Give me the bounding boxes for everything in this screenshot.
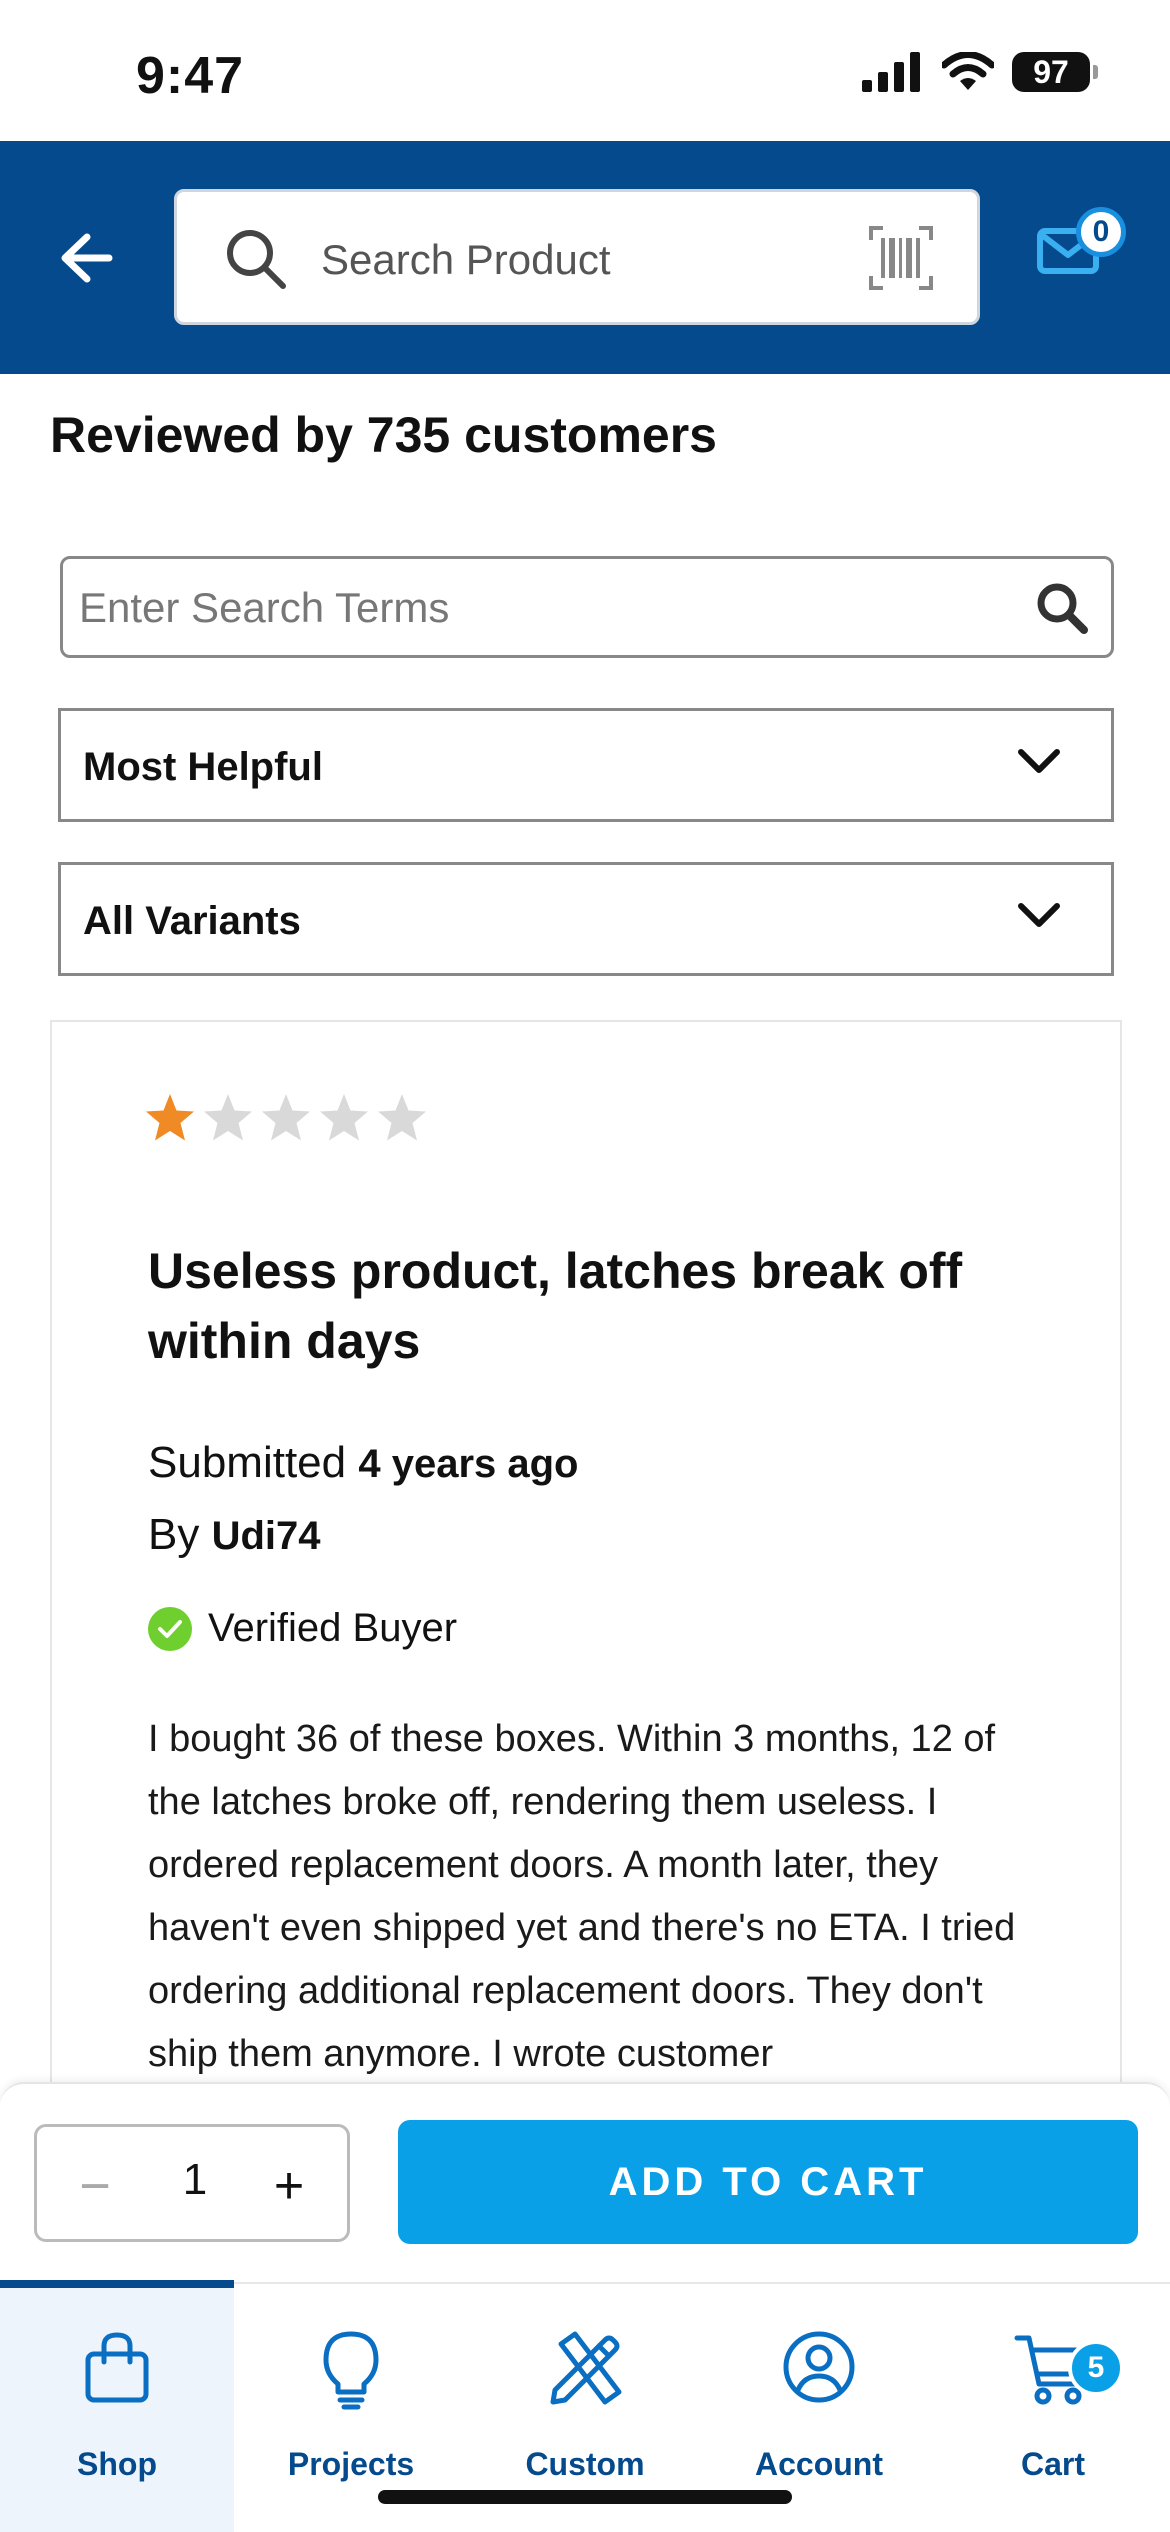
submitted-prefix: Submitted (148, 1438, 347, 1487)
tab-label: Cart (1020, 2446, 1085, 2482)
tab-cart[interactable]: 5 Cart (936, 2284, 1170, 2532)
home-indicator[interactable] (378, 2490, 792, 2504)
cart-count-badge: 5 (1068, 2340, 1124, 2396)
star-empty-icon (378, 1094, 426, 1141)
tab-label: Projects (287, 2446, 415, 2482)
star-filled-icon (146, 1094, 194, 1141)
back-button[interactable] (52, 223, 122, 293)
signal-icon (862, 52, 920, 92)
review-search-box[interactable] (60, 556, 1114, 658)
shopping-bag-icon (85, 2332, 149, 2403)
pencil-ruler-icon (550, 2331, 622, 2405)
chevron-down-icon (1018, 903, 1060, 927)
status-icons: 97 (862, 52, 1098, 92)
tab-label: Account (755, 2446, 883, 2482)
quantity-stepper: − 1 + (34, 2124, 350, 2242)
back-arrow-icon (61, 233, 113, 283)
verified-label: Verified Buyer (208, 1606, 458, 1650)
magnify-icon[interactable] (1035, 581, 1089, 635)
sort-dropdown[interactable]: Most Helpful (58, 708, 1114, 822)
add-to-cart-button[interactable]: ADD TO CART (398, 2120, 1138, 2244)
review-author-line: By Udi74 (148, 1510, 321, 1560)
submitted-date: 4 years ago (358, 1442, 579, 1486)
star-empty-icon (204, 1094, 252, 1141)
author-prefix: By (148, 1510, 200, 1559)
battery-level: 97 (1033, 53, 1069, 90)
barcode-icon[interactable] (869, 226, 933, 290)
verified-buyer-badge: Verified Buyer (148, 1606, 457, 1651)
review-body: I bought 36 of these boxes. Within 3 mon… (148, 1718, 1016, 2075)
review-search-input[interactable] (79, 573, 979, 643)
increase-quantity-button[interactable]: + (259, 2151, 319, 2221)
lightbulb-icon (323, 2331, 379, 2410)
variant-dropdown-value: All Variants (83, 899, 301, 943)
battery-icon: 97 (1012, 52, 1098, 92)
review-author: Udi74 (211, 1514, 321, 1558)
product-search-input[interactable] (321, 222, 821, 298)
review-card: Useless product, latches break off withi… (50, 1020, 1122, 2220)
product-search-box[interactable] (174, 189, 980, 325)
star-empty-icon (320, 1094, 368, 1141)
status-time: 9:47 (136, 47, 245, 105)
quantity-value[interactable]: 1 (155, 2155, 235, 2205)
star-empty-icon (262, 1094, 310, 1141)
variant-dropdown[interactable]: All Variants (58, 862, 1114, 976)
tab-shop[interactable]: Shop (0, 2280, 234, 2532)
review-submitted: Submitted 4 years ago (148, 1438, 578, 1488)
status-bar: 9:47 97 (0, 0, 1170, 141)
reviews-count-heading: Reviewed by 735 customers (50, 407, 717, 463)
tab-label: Custom (525, 2446, 645, 2482)
sort-dropdown-value: Most Helpful (83, 745, 323, 789)
chevron-down-icon (1018, 749, 1060, 773)
wifi-icon (942, 52, 994, 90)
user-circle-icon (783, 2331, 855, 2403)
decrease-quantity-button[interactable]: − (65, 2151, 125, 2221)
search-icon (227, 230, 286, 289)
tab-label: Shop (77, 2446, 157, 2482)
app-header: 0 (0, 141, 1170, 374)
review-title: Useless product, latches break off withi… (148, 1243, 963, 1369)
check-icon (148, 1606, 192, 1651)
add-to-cart-bar: − 1 + ADD TO CART (0, 2082, 1170, 2282)
inbox-count-badge: 0 (1076, 207, 1126, 257)
star-rating (144, 1092, 428, 1144)
